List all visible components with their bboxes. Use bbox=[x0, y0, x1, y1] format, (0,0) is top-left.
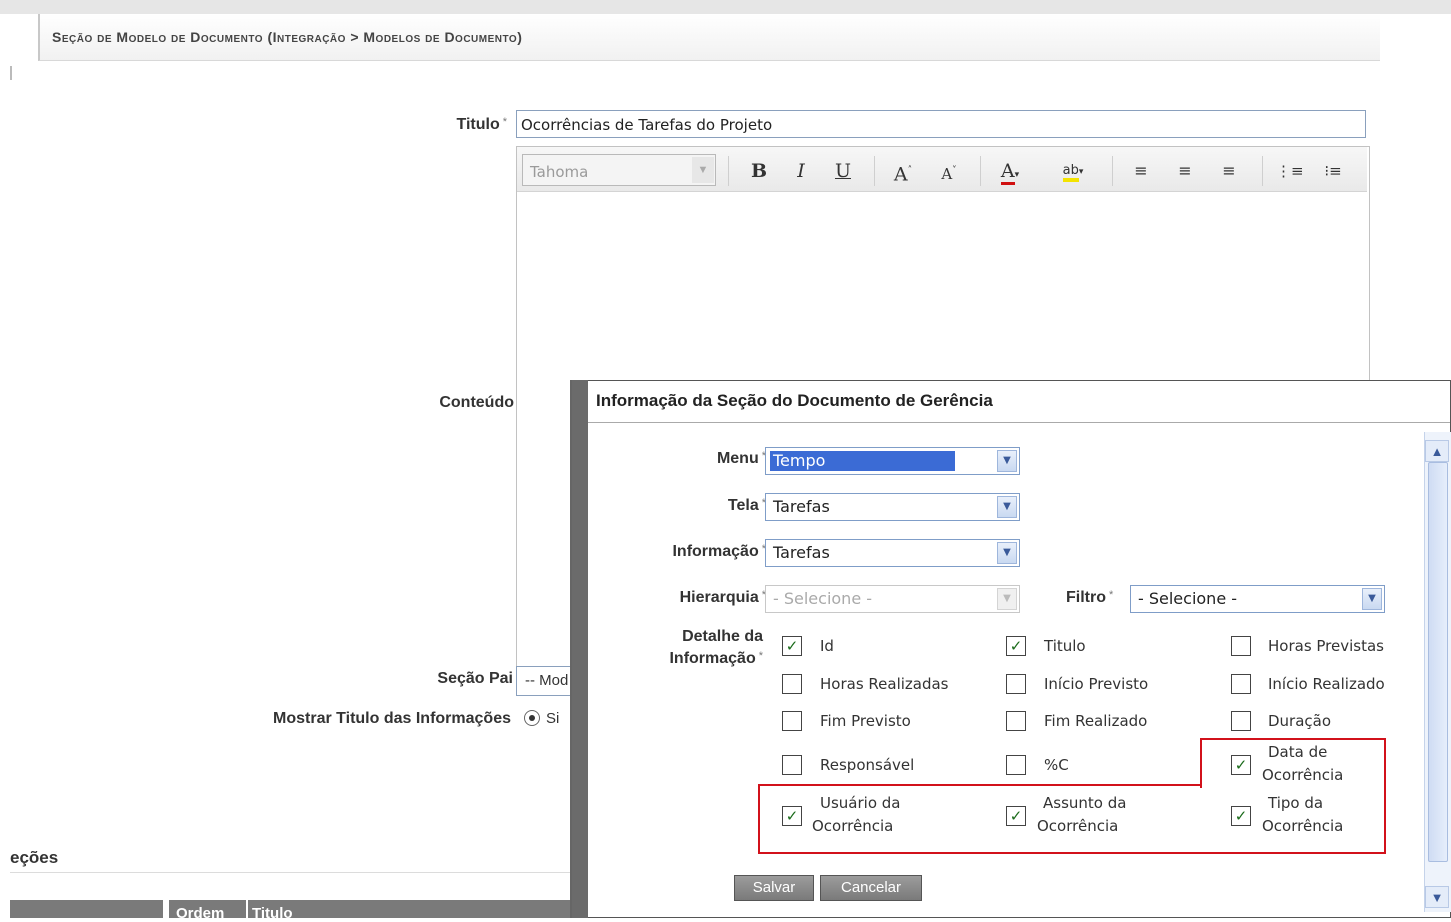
checkbox-label: %C bbox=[1044, 756, 1069, 774]
checkbox-fim-realizado[interactable] bbox=[1006, 711, 1026, 731]
checkbox-label: Fim Realizado bbox=[1044, 712, 1148, 730]
hierarchy-select: - Selecione - ▼ bbox=[765, 585, 1020, 613]
checkbox-label: Início Previsto bbox=[1044, 675, 1149, 693]
filter-label: Filtro * bbox=[1066, 589, 1114, 606]
toolbar-separator bbox=[728, 156, 729, 186]
highlight-outline bbox=[758, 784, 1202, 854]
toolbar-separator bbox=[874, 156, 875, 186]
align-left-icon[interactable]: ≡ bbox=[1128, 158, 1154, 184]
checkbox-label: Duração bbox=[1268, 712, 1332, 730]
scrollbar-thumb[interactable] bbox=[1428, 462, 1448, 862]
scroll-down-icon[interactable]: ▼ bbox=[1425, 886, 1449, 908]
cancel-button[interactable]: Cancelar bbox=[820, 875, 922, 901]
column-separator bbox=[246, 900, 248, 918]
dialog-border bbox=[572, 380, 588, 918]
divider bbox=[10, 872, 575, 873]
filter-select[interactable]: - Selecione - ▼ bbox=[1130, 585, 1385, 613]
checkbox-horas-realizadas[interactable] bbox=[782, 674, 802, 694]
tela-select-value: Tarefas bbox=[773, 497, 830, 516]
parent-section-label: Seção Pai bbox=[437, 670, 513, 687]
tela-select[interactable]: Tarefas ▼ bbox=[765, 493, 1020, 521]
checkbox-percent-c[interactable] bbox=[1006, 755, 1026, 775]
toolbar-separator bbox=[980, 156, 981, 186]
hierarchy-select-value: - Selecione - bbox=[773, 589, 873, 608]
bullet-list-icon[interactable]: ⁝≡ bbox=[1320, 158, 1346, 184]
grow-font-button[interactable]: A˄ bbox=[890, 158, 916, 185]
align-center-icon[interactable]: ≡ bbox=[1172, 158, 1198, 184]
info-select-value: Tarefas bbox=[773, 543, 830, 562]
checkbox-label: Titulo bbox=[1044, 637, 1086, 655]
shrink-font-button[interactable]: A˅ bbox=[936, 158, 962, 184]
checkbox-horas-previstas[interactable] bbox=[1231, 636, 1251, 656]
divider bbox=[10, 66, 12, 80]
breadcrumb: Seção de Modelo de Documento (Integração… bbox=[52, 29, 523, 45]
chevron-down-icon[interactable]: ▼ bbox=[997, 542, 1017, 564]
checkbox-label: Fim Previsto bbox=[820, 712, 911, 730]
show-title-yes-label: Si bbox=[546, 710, 560, 727]
checkbox-label: Início Realizado bbox=[1268, 675, 1385, 693]
highlight-outline bbox=[1200, 738, 1386, 788]
toolbar-separator bbox=[1262, 156, 1263, 186]
chevron-down-icon[interactable]: ▼ bbox=[692, 157, 714, 183]
column-header-ordem[interactable]: Ordem bbox=[176, 905, 224, 922]
underline-button[interactable]: U bbox=[830, 158, 856, 184]
italic-button[interactable]: I bbox=[788, 158, 814, 184]
show-title-yes-radio[interactable] bbox=[524, 710, 540, 726]
checkbox-label: Horas Previstas bbox=[1268, 637, 1384, 655]
dialog-title: Informação da Seção do Documento de Gerê… bbox=[596, 391, 993, 410]
column-separator bbox=[163, 900, 169, 918]
checkbox-responsavel[interactable] bbox=[782, 755, 802, 775]
checkbox-duracao[interactable] bbox=[1231, 711, 1251, 731]
menu-label: Menu * bbox=[716, 450, 766, 467]
scroll-up-icon[interactable]: ▲ bbox=[1425, 440, 1449, 462]
filter-select-value: - Selecione - bbox=[1138, 589, 1238, 608]
menu-select[interactable]: Tempo ▼ bbox=[765, 447, 1020, 475]
font-color-button[interactable]: A▾ bbox=[994, 158, 1026, 185]
chevron-down-icon[interactable]: ▼ bbox=[997, 450, 1017, 472]
checkbox-label: Id bbox=[820, 637, 834, 655]
numbered-list-icon[interactable]: ⋮≡ bbox=[1276, 158, 1304, 184]
checkbox-inicio-realizado[interactable] bbox=[1231, 674, 1251, 694]
top-strip bbox=[0, 0, 1451, 14]
checkbox-label: Horas Realizadas bbox=[820, 675, 949, 693]
sections-heading: eções bbox=[10, 848, 59, 867]
detail-label: Detalhe da Informação * bbox=[669, 628, 763, 667]
highlight-outline bbox=[1200, 786, 1386, 854]
checkbox-id[interactable]: ✓ bbox=[782, 636, 802, 656]
title-input[interactable]: Ocorrências de Tarefas do Projeto bbox=[516, 110, 1366, 138]
save-button[interactable]: Salvar bbox=[734, 875, 814, 901]
parent-section-select[interactable]: -- Mod bbox=[516, 666, 578, 696]
checkbox-titulo[interactable]: ✓ bbox=[1006, 636, 1026, 656]
hierarchy-label: Hierarquia * bbox=[679, 589, 766, 606]
bold-button[interactable]: B bbox=[746, 158, 772, 184]
info-label: Informação * bbox=[672, 543, 766, 560]
checkbox-inicio-previsto[interactable] bbox=[1006, 674, 1026, 694]
chevron-down-icon: ▼ bbox=[997, 588, 1017, 610]
tela-label: Tela * bbox=[727, 497, 766, 514]
column-header-titulo[interactable]: Titulo bbox=[252, 905, 293, 922]
divider bbox=[588, 422, 1450, 423]
align-right-icon[interactable]: ≡ bbox=[1216, 158, 1242, 184]
font-family-value: Tahoma bbox=[530, 163, 589, 181]
chevron-down-icon[interactable]: ▼ bbox=[997, 496, 1017, 518]
chevron-down-icon[interactable]: ▼ bbox=[1362, 588, 1382, 610]
show-title-label: Mostrar Titulo das Informações bbox=[273, 710, 511, 727]
checkbox-fim-previsto[interactable] bbox=[782, 711, 802, 731]
checkbox-label: Responsável bbox=[820, 756, 915, 774]
toolbar-separator bbox=[1112, 156, 1113, 186]
menu-selected-value: Tempo bbox=[770, 451, 955, 471]
info-select[interactable]: Tarefas ▼ bbox=[765, 539, 1020, 567]
highlight-color-button[interactable]: ab▾ bbox=[1050, 158, 1096, 184]
content-label: Conteúdo bbox=[439, 394, 514, 411]
title-label: Titulo * bbox=[456, 116, 507, 133]
